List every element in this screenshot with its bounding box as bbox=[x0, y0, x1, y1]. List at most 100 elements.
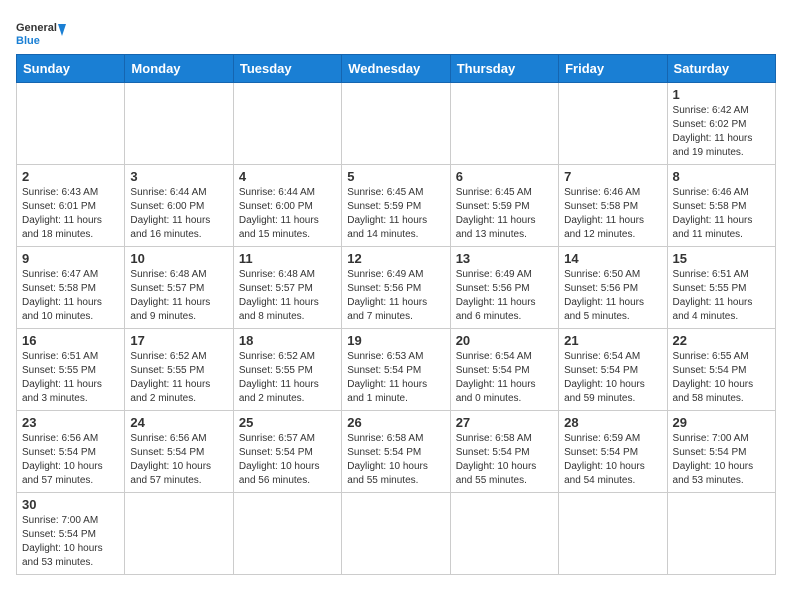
day-info: Sunrise: 6:56 AM Sunset: 5:54 PM Dayligh… bbox=[130, 432, 227, 488]
day-number: 1 bbox=[673, 87, 770, 102]
calendar-cell bbox=[667, 493, 775, 575]
day-number: 30 bbox=[22, 497, 119, 512]
day-info: Sunrise: 6:42 AM Sunset: 6:02 PM Dayligh… bbox=[673, 104, 770, 160]
calendar-cell: 6 Sunrise: 6:45 AM Sunset: 5:59 PM Daylig… bbox=[450, 165, 558, 247]
calendar-cell: 25 Sunrise: 6:57 AM Sunset: 5:54 PM Dayli… bbox=[233, 411, 341, 493]
day-info: Sunrise: 6:54 AM Sunset: 5:54 PM Dayligh… bbox=[564, 350, 661, 406]
weekday-header-monday: Monday bbox=[125, 55, 233, 83]
day-info: Sunrise: 6:45 AM Sunset: 5:59 PM Dayligh… bbox=[456, 186, 553, 242]
calendar-cell: 2Sunrise: 6:43 AM Sunset: 6:01 PM Daylig… bbox=[17, 165, 125, 247]
day-number: 22 bbox=[673, 333, 770, 348]
calendar-cell: 20 Sunrise: 6:54 AM Sunset: 5:54 PM Dayli… bbox=[450, 329, 558, 411]
day-number: 25 bbox=[239, 415, 336, 430]
calendar-cell: 1 Sunrise: 6:42 AM Sunset: 6:02 PM Daylig… bbox=[667, 83, 775, 165]
day-info: Sunrise: 6:58 AM Sunset: 5:54 PM Dayligh… bbox=[456, 432, 553, 488]
calendar-cell: 3 Sunrise: 6:44 AM Sunset: 6:00 PM Daylig… bbox=[125, 165, 233, 247]
day-number: 3 bbox=[130, 169, 227, 184]
day-number: 26 bbox=[347, 415, 444, 430]
week-row-2: 2Sunrise: 6:43 AM Sunset: 6:01 PM Daylig… bbox=[17, 165, 776, 247]
day-info: Sunrise: 6:59 AM Sunset: 5:54 PM Dayligh… bbox=[564, 432, 661, 488]
day-number: 2 bbox=[22, 169, 119, 184]
day-number: 17 bbox=[130, 333, 227, 348]
day-info: Sunrise: 6:50 AM Sunset: 5:56 PM Dayligh… bbox=[564, 268, 661, 324]
day-info: Sunrise: 6:48 AM Sunset: 5:57 PM Dayligh… bbox=[130, 268, 227, 324]
weekday-header-saturday: Saturday bbox=[667, 55, 775, 83]
day-number: 24 bbox=[130, 415, 227, 430]
calendar-cell: 30 Sunrise: 7:00 AM Sunset: 5:54 PM Dayli… bbox=[17, 493, 125, 575]
day-info: Sunrise: 6:53 AM Sunset: 5:54 PM Dayligh… bbox=[347, 350, 444, 406]
calendar-cell bbox=[125, 83, 233, 165]
calendar-cell: 21 Sunrise: 6:54 AM Sunset: 5:54 PM Dayli… bbox=[559, 329, 667, 411]
calendar-cell: 10 Sunrise: 6:48 AM Sunset: 5:57 PM Dayli… bbox=[125, 247, 233, 329]
calendar-cell bbox=[559, 83, 667, 165]
day-number: 21 bbox=[564, 333, 661, 348]
calendar-cell: 23 Sunrise: 6:56 AM Sunset: 5:54 PM Dayli… bbox=[17, 411, 125, 493]
calendar-cell bbox=[17, 83, 125, 165]
day-number: 29 bbox=[673, 415, 770, 430]
day-info: Sunrise: 6:45 AM Sunset: 5:59 PM Dayligh… bbox=[347, 186, 444, 242]
day-info: Sunrise: 6:51 AM Sunset: 5:55 PM Dayligh… bbox=[673, 268, 770, 324]
calendar-cell: 19 Sunrise: 6:53 AM Sunset: 5:54 PM Dayli… bbox=[342, 329, 450, 411]
day-info: Sunrise: 6:54 AM Sunset: 5:54 PM Dayligh… bbox=[456, 350, 553, 406]
day-number: 7 bbox=[564, 169, 661, 184]
day-number: 10 bbox=[130, 251, 227, 266]
page-header: General Blue bbox=[16, 16, 776, 48]
calendar-cell: 18Sunrise: 6:52 AM Sunset: 5:55 PM Dayli… bbox=[233, 329, 341, 411]
day-info: Sunrise: 6:51 AM Sunset: 5:55 PM Dayligh… bbox=[22, 350, 119, 406]
day-number: 19 bbox=[347, 333, 444, 348]
weekday-header-wednesday: Wednesday bbox=[342, 55, 450, 83]
calendar-cell: 4Sunrise: 6:44 AM Sunset: 6:00 PM Daylig… bbox=[233, 165, 341, 247]
weekday-header-friday: Friday bbox=[559, 55, 667, 83]
calendar-cell: 7 Sunrise: 6:46 AM Sunset: 5:58 PM Daylig… bbox=[559, 165, 667, 247]
calendar-cell: 14Sunrise: 6:50 AM Sunset: 5:56 PM Dayli… bbox=[559, 247, 667, 329]
weekday-header-thursday: Thursday bbox=[450, 55, 558, 83]
day-info: Sunrise: 7:00 AM Sunset: 5:54 PM Dayligh… bbox=[22, 514, 119, 570]
calendar-cell bbox=[450, 83, 558, 165]
day-number: 4 bbox=[239, 169, 336, 184]
calendar-cell: 27 Sunrise: 6:58 AM Sunset: 5:54 PM Dayli… bbox=[450, 411, 558, 493]
day-number: 15 bbox=[673, 251, 770, 266]
logo: General Blue bbox=[16, 16, 66, 48]
day-number: 6 bbox=[456, 169, 553, 184]
calendar-cell: 24 Sunrise: 6:56 AM Sunset: 5:54 PM Dayli… bbox=[125, 411, 233, 493]
day-info: Sunrise: 6:55 AM Sunset: 5:54 PM Dayligh… bbox=[673, 350, 770, 406]
calendar-cell: 15 Sunrise: 6:51 AM Sunset: 5:55 PM Dayli… bbox=[667, 247, 775, 329]
calendar-cell: 26Sunrise: 6:58 AM Sunset: 5:54 PM Dayli… bbox=[342, 411, 450, 493]
day-info: Sunrise: 6:49 AM Sunset: 5:56 PM Dayligh… bbox=[347, 268, 444, 324]
calendar-cell bbox=[233, 493, 341, 575]
svg-text:Blue: Blue bbox=[16, 35, 40, 47]
logo-svg: General Blue bbox=[16, 16, 66, 48]
day-info: Sunrise: 6:44 AM Sunset: 6:00 PM Dayligh… bbox=[130, 186, 227, 242]
day-info: Sunrise: 6:46 AM Sunset: 5:58 PM Dayligh… bbox=[564, 186, 661, 242]
calendar-cell: 5Sunrise: 6:45 AM Sunset: 5:59 PM Daylig… bbox=[342, 165, 450, 247]
day-number: 23 bbox=[22, 415, 119, 430]
calendar-cell: 8 Sunrise: 6:46 AM Sunset: 5:58 PM Daylig… bbox=[667, 165, 775, 247]
day-number: 27 bbox=[456, 415, 553, 430]
weekday-header-tuesday: Tuesday bbox=[233, 55, 341, 83]
day-number: 18 bbox=[239, 333, 336, 348]
weekday-header-row: SundayMondayTuesdayWednesdayThursdayFrid… bbox=[17, 55, 776, 83]
day-number: 8 bbox=[673, 169, 770, 184]
calendar-cell bbox=[450, 493, 558, 575]
day-info: Sunrise: 6:49 AM Sunset: 5:56 PM Dayligh… bbox=[456, 268, 553, 324]
calendar-cell bbox=[233, 83, 341, 165]
day-number: 16 bbox=[22, 333, 119, 348]
week-row-1: 1 Sunrise: 6:42 AM Sunset: 6:02 PM Daylig… bbox=[17, 83, 776, 165]
day-info: Sunrise: 6:46 AM Sunset: 5:58 PM Dayligh… bbox=[673, 186, 770, 242]
calendar-cell bbox=[342, 493, 450, 575]
calendar-cell: 12Sunrise: 6:49 AM Sunset: 5:56 PM Dayli… bbox=[342, 247, 450, 329]
weekday-header-sunday: Sunday bbox=[17, 55, 125, 83]
week-row-3: 9Sunrise: 6:47 AM Sunset: 5:58 PM Daylig… bbox=[17, 247, 776, 329]
week-row-4: 16 Sunrise: 6:51 AM Sunset: 5:55 PM Dayli… bbox=[17, 329, 776, 411]
day-info: Sunrise: 6:52 AM Sunset: 5:55 PM Dayligh… bbox=[130, 350, 227, 406]
day-number: 20 bbox=[456, 333, 553, 348]
calendar-cell: 11Sunrise: 6:48 AM Sunset: 5:57 PM Dayli… bbox=[233, 247, 341, 329]
day-info: Sunrise: 7:00 AM Sunset: 5:54 PM Dayligh… bbox=[673, 432, 770, 488]
day-info: Sunrise: 6:57 AM Sunset: 5:54 PM Dayligh… bbox=[239, 432, 336, 488]
day-info: Sunrise: 6:56 AM Sunset: 5:54 PM Dayligh… bbox=[22, 432, 119, 488]
day-number: 13 bbox=[456, 251, 553, 266]
week-row-5: 23 Sunrise: 6:56 AM Sunset: 5:54 PM Dayli… bbox=[17, 411, 776, 493]
svg-text:General: General bbox=[16, 22, 57, 34]
calendar-cell bbox=[559, 493, 667, 575]
week-row-6: 30 Sunrise: 7:00 AM Sunset: 5:54 PM Dayli… bbox=[17, 493, 776, 575]
